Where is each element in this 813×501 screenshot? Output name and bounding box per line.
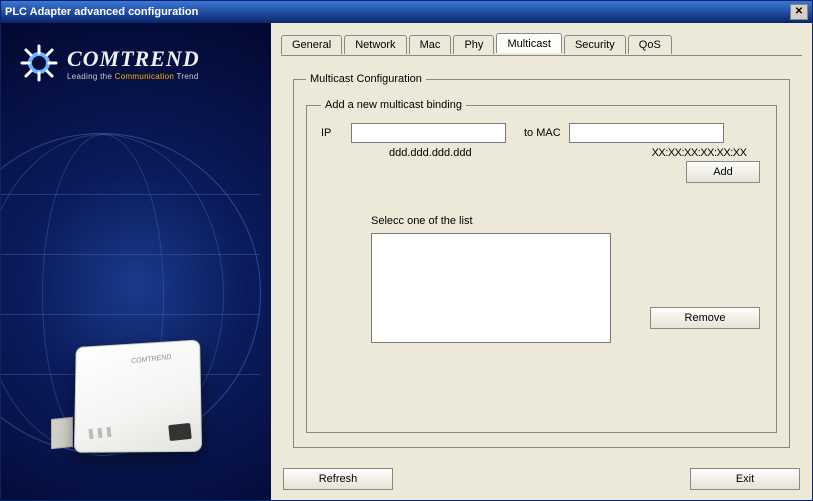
ip-input[interactable] (351, 123, 506, 143)
main-panel: General Network Mac Phy Multicast Securi… (271, 23, 812, 500)
tabstrip: General Network Mac Phy Multicast Securi… (281, 33, 802, 55)
add-binding-legend: Add a new multicast binding (321, 99, 466, 111)
titlebar: PLC Adapter advanced configuration ✕ (1, 1, 812, 23)
brand-sidebar: COMTREND Leading the Communication Trend… (1, 23, 271, 500)
tab-mac[interactable]: Mac (409, 35, 452, 54)
mac-hint: XX:XX:XX:XX:XX:XX (652, 147, 747, 159)
tab-multicast[interactable]: Multicast (496, 33, 561, 53)
tab-phy[interactable]: Phy (453, 35, 494, 54)
tab-general[interactable]: General (281, 35, 342, 54)
brand-name: COMTREND (67, 46, 200, 72)
list-label: Selecc one of the list (371, 215, 473, 227)
mac-input[interactable] (569, 123, 724, 143)
brand-tagline: Leading the Communication Trend (67, 72, 200, 81)
tab-network[interactable]: Network (344, 35, 406, 54)
refresh-button[interactable]: Refresh (283, 468, 393, 490)
multicast-config-legend: Multicast Configuration (306, 73, 426, 85)
tab-qos[interactable]: QoS (628, 35, 672, 54)
multicast-config-group: Multicast Configuration Add a new multic… (293, 73, 790, 448)
binding-listbox[interactable] (371, 233, 611, 343)
exit-button[interactable]: Exit (690, 468, 800, 490)
add-binding-group: Add a new multicast binding IP to MAC dd… (306, 99, 777, 433)
brand-mark-icon (19, 43, 59, 83)
add-button[interactable]: Add (686, 161, 760, 183)
window-title: PLC Adapter advanced configuration (5, 6, 198, 18)
remove-button[interactable]: Remove (650, 307, 760, 329)
device-illustration: COMTREND (51, 342, 221, 482)
ip-hint: ddd.ddd.ddd.ddd (389, 147, 472, 159)
tab-security[interactable]: Security (564, 35, 626, 54)
brand-logo: COMTREND Leading the Communication Trend (19, 43, 200, 83)
ip-label: IP (321, 127, 343, 139)
app-window: PLC Adapter advanced configuration ✕ (0, 0, 813, 501)
window-close-button[interactable]: ✕ (790, 4, 808, 20)
mac-label: to MAC (524, 127, 561, 139)
